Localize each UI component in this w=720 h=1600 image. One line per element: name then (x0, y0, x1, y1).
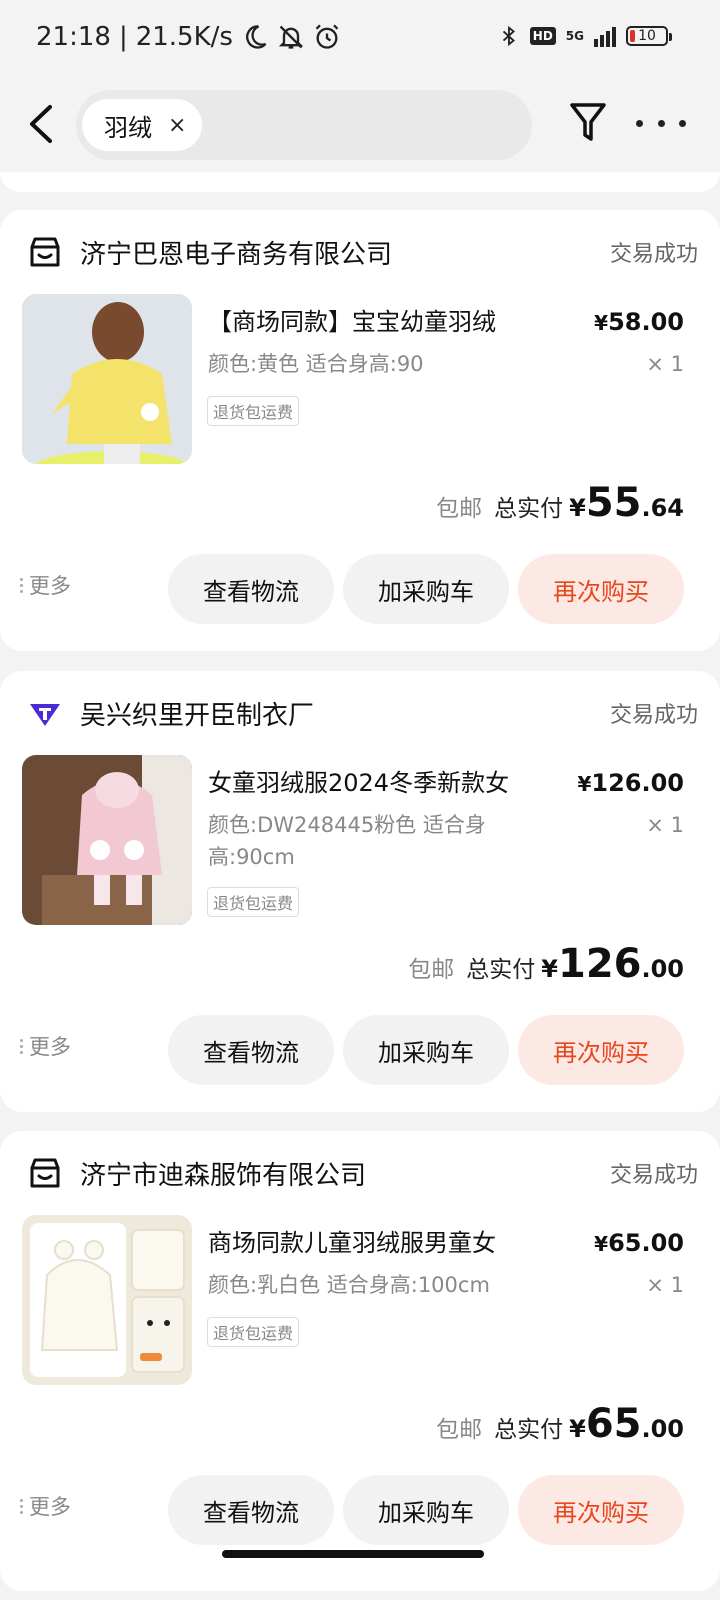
add-to-cart-button[interactable]: 加采购车 (343, 554, 509, 624)
more-actions-link[interactable]: 更多 (20, 1031, 71, 1061)
status-time: 21:18 (36, 22, 111, 52)
shop-name[interactable]: 济宁巴恩电子商务有限公司 (80, 234, 610, 271)
product-image[interactable] (22, 294, 192, 464)
hd-badge: HD (529, 27, 556, 45)
buy-again-button[interactable]: 再次购买 (518, 1475, 684, 1545)
view-logistics-button[interactable]: 查看物流 (168, 1475, 334, 1545)
search-keyword: 羽绒 (104, 113, 152, 142)
shop-row[interactable]: 吴兴织里开臣制衣厂 交易成功 (28, 693, 698, 733)
shop-row[interactable]: 济宁巴恩电子商务有限公司 交易成功 (28, 232, 698, 272)
status-bar: 21:18 | 21.5K/s HD 5G 10 (0, 0, 720, 75)
order-status: 交易成功 (609, 1163, 698, 1188)
product-title[interactable]: 【商场同款】宝宝幼童羽绒 (208, 306, 538, 338)
close-icon[interactable]: × (168, 113, 186, 138)
total-paid-amount: ¥65.00 (569, 1401, 684, 1447)
free-shipping-label: 包邮 (436, 1417, 483, 1443)
quantity: × 1 (646, 1273, 684, 1297)
unit-price: ¥65.00 (594, 1229, 684, 1257)
alarm-icon (315, 24, 339, 49)
store-icon (30, 237, 60, 267)
shop-name[interactable]: 济宁市迪森服饰有限公司 (80, 1155, 610, 1192)
status-right: HD 5G 10 (498, 24, 672, 48)
total-row: 包邮 总实付 ¥55.64 (436, 480, 684, 526)
dot-icon (636, 119, 643, 127)
vertical-dots-icon (20, 1038, 23, 1054)
back-button[interactable] (22, 99, 62, 149)
previous-order-card-edge (0, 172, 720, 192)
product-spec: 颜色:DW248445粉色 适合身高:90cm (208, 813, 486, 869)
product-image[interactable] (22, 1215, 192, 1385)
vertical-dots-icon (20, 577, 23, 593)
shop-name[interactable]: 吴兴织里开臣制衣厂 (80, 695, 610, 732)
order-card[interactable]: 济宁巴恩电子商务有限公司 交易成功 【商场同款】宝宝幼童羽绒 颜色:黄色 适合身… (0, 210, 720, 651)
unit-price: ¥126.00 (577, 769, 684, 797)
total-row: 包邮 总实付 ¥126.00 (408, 941, 684, 987)
total-row: 包邮 总实付 ¥65.00 (436, 1401, 684, 1447)
signal-icon (594, 25, 616, 47)
order-status: 交易成功 (609, 703, 698, 728)
bluetooth-icon (502, 25, 515, 47)
battery-icon: 10 (626, 26, 672, 46)
order-status: 交易成功 (609, 242, 698, 267)
free-shipping-label: 包邮 (408, 957, 455, 983)
network-type: 5G (565, 29, 584, 43)
search-header: 羽绒 × (0, 85, 720, 165)
factory-brand-icon (30, 704, 60, 726)
product-spec: 颜色:黄色 适合身高:90 (208, 352, 424, 376)
product-image[interactable] (22, 755, 192, 925)
total-paid-label: 总实付 (494, 1417, 564, 1443)
battery-level: 10 (638, 28, 656, 44)
chevron-left-icon (30, 105, 52, 143)
buy-again-button[interactable]: 再次购买 (518, 554, 684, 624)
dot-icon (657, 119, 665, 127)
product-title[interactable]: 商场同款儿童羽绒服男童女 (208, 1227, 538, 1259)
view-logistics-button[interactable]: 查看物流 (168, 1015, 334, 1085)
return-shipping-tag: 退货包运费 (207, 887, 300, 917)
add-to-cart-button[interactable]: 加采购车 (343, 1475, 509, 1545)
total-paid-amount: ¥55.64 (569, 480, 684, 526)
quantity: × 1 (646, 813, 684, 837)
more-actions-link[interactable]: 更多 (20, 1491, 71, 1521)
order-card[interactable]: 吴兴织里开臣制衣厂 交易成功 女童羽绒服2024冬季新款女 颜色:DW24844… (0, 671, 720, 1112)
dot-icon (679, 119, 686, 127)
order-card[interactable]: 济宁市迪森服饰有限公司 交易成功 商场同款儿童羽绒服男童女 颜色:乳白色 适合身… (0, 1131, 720, 1591)
more-options-button[interactable] (636, 103, 686, 143)
search-keyword-chip[interactable]: 羽绒 × (82, 99, 203, 151)
add-to-cart-button[interactable]: 加采购车 (343, 1015, 509, 1085)
total-paid-label: 总实付 (494, 496, 564, 522)
filter-button[interactable] (568, 101, 608, 145)
shop-row[interactable]: 济宁市迪森服饰有限公司 交易成功 (28, 1153, 698, 1193)
network-speed: 21.5K/s (135, 22, 233, 52)
home-indicator[interactable] (222, 1550, 484, 1558)
free-shipping-label: 包邮 (436, 496, 483, 522)
total-paid-amount: ¥126.00 (541, 941, 684, 987)
buy-again-button[interactable]: 再次购买 (518, 1015, 684, 1085)
vertical-dots-icon (20, 1498, 23, 1514)
moon-icon (246, 25, 267, 49)
more-actions-link[interactable]: 更多 (20, 570, 71, 600)
total-paid-label: 总实付 (466, 957, 536, 983)
return-shipping-tag: 退货包运费 (207, 396, 300, 426)
return-shipping-tag: 退货包运费 (207, 1317, 300, 1347)
search-box[interactable]: 羽绒 × (76, 90, 532, 160)
store-icon (30, 1158, 60, 1188)
status-left: 21:18 | 21.5K/s (36, 22, 341, 52)
unit-price: ¥58.00 (594, 308, 684, 336)
mute-bell-icon (278, 25, 304, 49)
filter-icon (570, 103, 606, 141)
product-spec: 颜色:乳白色 适合身高:100cm (208, 1273, 490, 1297)
product-title[interactable]: 女童羽绒服2024冬季新款女 (208, 767, 538, 799)
view-logistics-button[interactable]: 查看物流 (168, 554, 334, 624)
quantity: × 1 (646, 352, 684, 376)
